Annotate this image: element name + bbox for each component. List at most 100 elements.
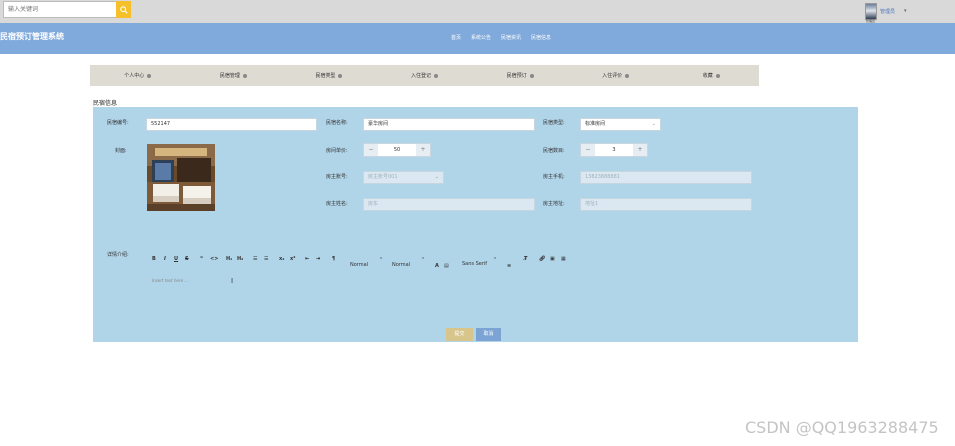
owner-account-select: 房主账号001 ⌄ bbox=[363, 171, 444, 184]
description-label: 详情介绍: bbox=[107, 252, 129, 258]
subnav-item-homestay-type[interactable]: 民宿类型 bbox=[281, 72, 377, 79]
dot-icon bbox=[434, 73, 439, 78]
chevron-down-icon: ⌄ bbox=[651, 121, 656, 127]
days-label: 民宿数目: bbox=[543, 148, 565, 154]
owner-address-label: 房主地址: bbox=[543, 201, 565, 207]
header1-icon[interactable]: H₁ bbox=[226, 256, 232, 262]
blockquote-icon[interactable]: ❞ bbox=[200, 256, 203, 262]
main-nav: 首页 系统公告 民宿资讯 民宿信息 bbox=[451, 34, 551, 41]
dot-icon bbox=[625, 73, 630, 78]
user-menu[interactable]: 管理员 管理员 ▾ bbox=[865, 1, 907, 23]
code-label: 民宿编号: bbox=[107, 120, 129, 126]
chevron-down-icon[interactable]: ⌃ bbox=[421, 257, 425, 263]
subnav-label: 收藏 bbox=[702, 73, 713, 79]
link-icon[interactable]: 🔗︎ bbox=[539, 256, 545, 262]
app-title: 民宿预订管理系统 bbox=[0, 32, 64, 41]
dot-icon bbox=[529, 73, 534, 78]
header-select[interactable]: Normal bbox=[350, 262, 368, 268]
underline-icon[interactable]: U bbox=[174, 256, 178, 262]
rtl-icon[interactable]: ¶ bbox=[332, 256, 335, 262]
nav-news[interactable]: 民宿资讯 bbox=[501, 34, 521, 41]
font-color-icon[interactable]: A bbox=[435, 263, 439, 269]
subnav-item-favorites[interactable]: 收藏 bbox=[663, 72, 759, 79]
type-select-value: 标准房间 bbox=[585, 121, 606, 127]
plus-icon[interactable]: + bbox=[633, 144, 647, 156]
name-field[interactable]: 豪华房间 bbox=[363, 118, 535, 131]
type-select[interactable]: 标准房间 ⌄ bbox=[580, 118, 661, 131]
plus-icon[interactable]: + bbox=[416, 144, 430, 156]
subnav-item-profile[interactable]: 个人中心 bbox=[90, 72, 186, 79]
image-icon[interactable]: ▣ bbox=[550, 256, 555, 262]
editor-toolbar: B I U S ❞ <> H₁ H₂ ☰ ☰ x₂ x² ⇤ ⇥ ¶ Norma… bbox=[152, 256, 572, 270]
font-select[interactable]: Sans Serif bbox=[462, 261, 487, 267]
code-icon[interactable]: <> bbox=[210, 256, 218, 262]
video-icon[interactable]: ▦ bbox=[561, 256, 566, 262]
subnav-label: 入住登记 bbox=[411, 73, 432, 79]
minus-icon[interactable]: − bbox=[581, 144, 595, 156]
chevron-down-icon[interactable]: ▾ bbox=[904, 8, 907, 14]
search-button[interactable] bbox=[116, 1, 131, 18]
clean-icon[interactable]: T̸ bbox=[524, 256, 527, 262]
avatar-caption: 管理员 bbox=[866, 18, 876, 23]
owner-address-field: 地址1 bbox=[580, 198, 752, 211]
search-input[interactable] bbox=[3, 1, 116, 18]
subnav-label: 民宿类型 bbox=[315, 73, 336, 79]
owner-account-value: 房主账号001 bbox=[368, 174, 398, 180]
bullet-list-icon[interactable]: ☰ bbox=[264, 256, 268, 262]
subnav-label: 入住评价 bbox=[602, 73, 623, 79]
owner-name-field: 房东 bbox=[363, 198, 535, 211]
owner-name-label: 房主姓名: bbox=[326, 201, 348, 207]
nav-homestay-info[interactable]: 民宿信息 bbox=[531, 34, 551, 41]
search-icon bbox=[119, 5, 128, 14]
owner-phone-label: 房主手机: bbox=[543, 174, 565, 180]
form-panel: 民宿编号: 552147 民宿名称: 豪华房间 民宿类型: 标准房间 ⌄ 封面: … bbox=[93, 107, 858, 342]
dot-icon bbox=[715, 73, 720, 78]
background-color-icon[interactable]: ▤ bbox=[444, 263, 449, 269]
dot-icon bbox=[147, 73, 152, 78]
subnav-item-checkin[interactable]: 入住登记 bbox=[377, 72, 473, 79]
align-icon[interactable]: ≡ bbox=[507, 263, 511, 269]
size-select[interactable]: Normal bbox=[392, 262, 410, 268]
dot-icon bbox=[338, 73, 343, 78]
type-label: 民宿类型: bbox=[543, 120, 565, 126]
section-title: 民宿信息 bbox=[93, 100, 118, 107]
cancel-button[interactable]: 取消 bbox=[476, 328, 501, 341]
ordered-list-icon[interactable]: ☰ bbox=[253, 256, 257, 262]
nav-announcement[interactable]: 系统公告 bbox=[471, 34, 491, 41]
font-select-value: Sans Serif bbox=[462, 261, 488, 267]
nav-home[interactable]: 首页 bbox=[451, 34, 461, 41]
subnav-item-booking[interactable]: 民宿预订 bbox=[472, 72, 568, 79]
search-box bbox=[3, 1, 131, 18]
outdent-icon[interactable]: ⇤ bbox=[305, 256, 309, 262]
subnav-label: 民宿管理 bbox=[219, 73, 240, 79]
code-field[interactable]: 552147 bbox=[146, 118, 317, 131]
price-value[interactable]: 50 bbox=[378, 144, 416, 156]
subnav-item-review[interactable]: 入住评价 bbox=[568, 72, 664, 79]
app-header: 民宿预订管理系统 首页 系统公告 民宿资讯 民宿信息 bbox=[0, 23, 955, 54]
superscript-icon[interactable]: x² bbox=[290, 256, 295, 262]
subscript-icon[interactable]: x₂ bbox=[279, 256, 284, 262]
header2-icon[interactable]: H₂ bbox=[237, 256, 243, 262]
name-label: 民宿名称: bbox=[326, 120, 348, 126]
subnav-label: 个人中心 bbox=[124, 73, 145, 79]
strike-icon[interactable]: S bbox=[185, 256, 189, 262]
size-select-value: Normal bbox=[392, 262, 411, 268]
subnav-label: 民宿预订 bbox=[506, 73, 527, 79]
price-stepper[interactable]: − 50 + bbox=[363, 143, 431, 157]
italic-icon[interactable]: I bbox=[164, 256, 166, 262]
chevron-down-icon: ⌄ bbox=[434, 174, 439, 180]
days-value[interactable]: 3 bbox=[595, 144, 633, 156]
submit-button[interactable]: 提交 bbox=[446, 328, 473, 341]
chevron-down-icon[interactable]: ⌃ bbox=[379, 257, 383, 263]
header-select-value: Normal bbox=[350, 262, 369, 268]
cover-image[interactable] bbox=[147, 144, 215, 211]
bold-icon[interactable]: B bbox=[152, 256, 156, 262]
subnav-item-homestay-manage[interactable]: 民宿管理 bbox=[186, 72, 282, 79]
days-stepper[interactable]: − 3 + bbox=[580, 143, 648, 157]
owner-account-label: 房主账号: bbox=[326, 174, 348, 180]
minus-icon[interactable]: − bbox=[364, 144, 378, 156]
indent-icon[interactable]: ⇥ bbox=[316, 256, 320, 262]
chevron-down-icon[interactable]: ⌃ bbox=[493, 257, 497, 263]
editor-area[interactable]: Insert text here ... bbox=[152, 278, 188, 283]
username[interactable]: 管理员 bbox=[880, 8, 895, 15]
